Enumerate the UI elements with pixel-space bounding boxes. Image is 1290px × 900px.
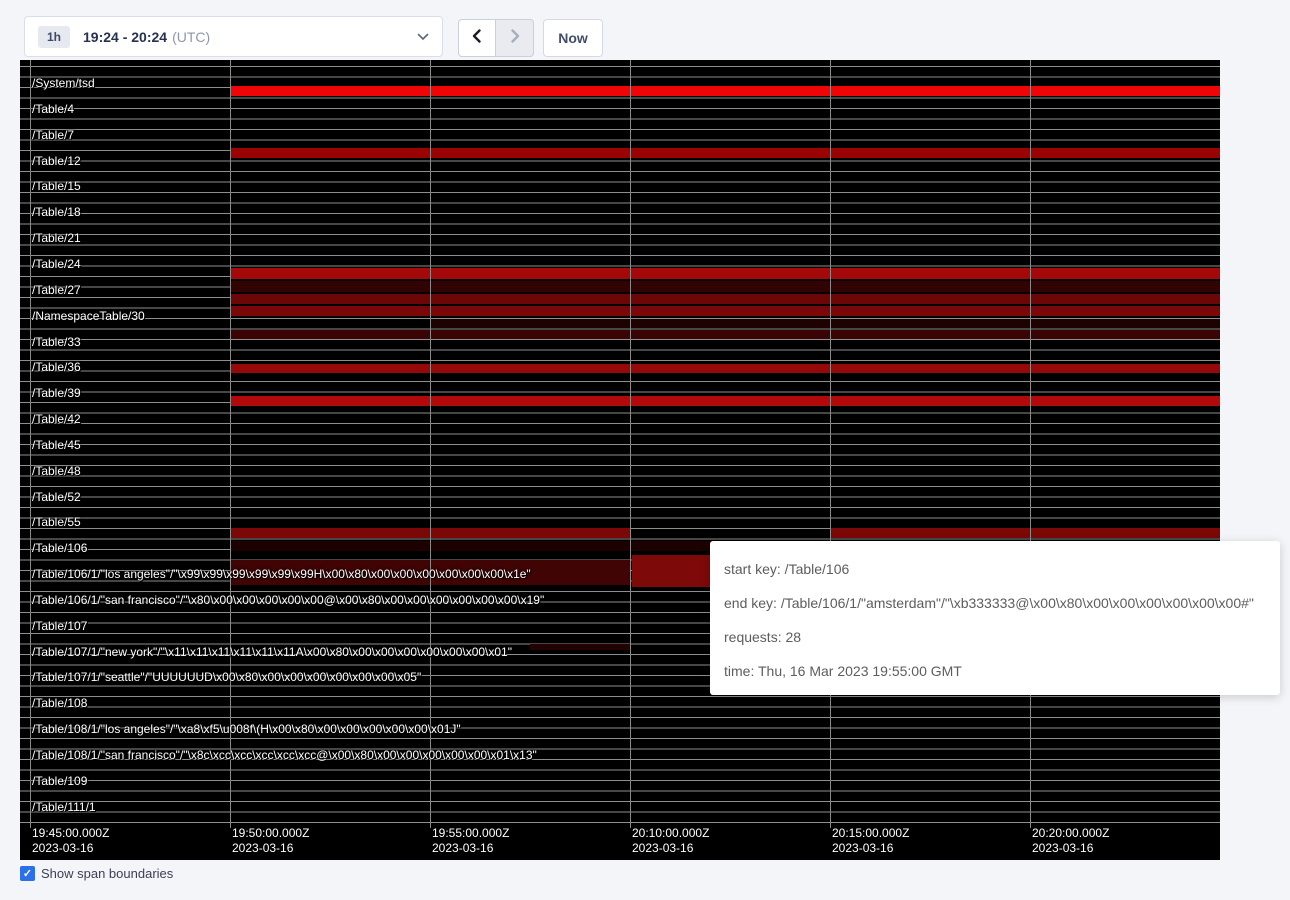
- tick-date: 2023-03-16: [432, 841, 509, 856]
- time-gridline: [30, 60, 31, 828]
- show-span-boundaries-label: Show span boundaries: [41, 866, 173, 881]
- chevron-down-icon: [417, 33, 429, 41]
- span-label: /Table/107: [32, 619, 87, 633]
- heatmap-band[interactable]: [830, 528, 1220, 538]
- tooltip-end-key: end key: /Table/106/1/"amsterdam"/"\xb33…: [724, 586, 1266, 620]
- span-label: /Table/108/1/"san francisco"/"\x8c\xcc\x…: [32, 748, 537, 762]
- heatmap-band[interactable]: [230, 148, 1220, 158]
- x-axis-tick: 19:55:00.000Z2023-03-16: [432, 826, 509, 856]
- heatmap-band[interactable]: [230, 364, 1220, 373]
- chevron-right-icon: [508, 28, 522, 49]
- span-label: /Table/106: [32, 541, 87, 555]
- heatmap-band[interactable]: [430, 319, 1220, 328]
- tooltip-start-key: start key: /Table/106: [724, 552, 1266, 586]
- heatmap-band[interactable]: [230, 330, 1220, 339]
- tick-date: 2023-03-16: [32, 841, 109, 856]
- span-label: /Table/45: [32, 438, 81, 452]
- x-axis-tick: 20:10:00.000Z2023-03-16: [632, 826, 709, 856]
- span-label: /Table/4: [32, 102, 74, 116]
- x-axis-tick: 20:20:00.000Z2023-03-16: [1032, 826, 1109, 856]
- tick-time: 19:45:00.000Z: [32, 826, 109, 841]
- tooltip-requests: requests: 28: [724, 620, 1266, 654]
- footer: ✓ Show span boundaries: [20, 866, 173, 881]
- span-label: /Table/7: [32, 128, 74, 142]
- span-label: /Table/21: [32, 231, 81, 245]
- span-label: /NamespaceTable/30: [32, 309, 145, 323]
- span-label: /Table/33: [32, 335, 81, 349]
- span-label: /Table/108: [32, 696, 87, 710]
- heatmap-band[interactable]: [230, 294, 1220, 304]
- span-label: /Table/107/1/"seattle"/"UUUUUUD\x00\x80\…: [32, 670, 421, 684]
- keyvis-plot[interactable]: /System/tsd/Table/4/Table/7/Table/12/Tab…: [20, 60, 1220, 860]
- heatmap-band[interactable]: [230, 396, 1220, 406]
- span-label: /Table/106/1/"los angeles"/"\x99\x99\x99…: [32, 567, 531, 581]
- tick-time: 20:10:00.000Z: [632, 826, 709, 841]
- tooltip-time: time: Thu, 16 Mar 2023 19:55:00 GMT: [724, 654, 1266, 688]
- time-gridline: [430, 60, 431, 828]
- range-duration-badge: 1h: [38, 26, 70, 48]
- span-label: /Table/108/1/"los angeles"/"\xa8\xf5\u00…: [32, 722, 461, 736]
- tick-date: 2023-03-16: [1032, 841, 1109, 856]
- show-span-boundaries-checkbox[interactable]: ✓: [20, 866, 35, 881]
- prev-interval-button[interactable]: [458, 19, 496, 57]
- heatmap-band[interactable]: [230, 306, 1220, 316]
- span-label: /Table/24: [32, 257, 81, 271]
- span-label: /System/tsd: [32, 76, 95, 90]
- span-label: /Table/15: [32, 179, 81, 193]
- chevron-left-icon: [470, 28, 484, 49]
- span-label: /Table/111/1: [32, 800, 96, 814]
- span-label: /Table/52: [32, 490, 81, 504]
- tick-time: 20:15:00.000Z: [832, 826, 909, 841]
- tick-time: 20:20:00.000Z: [1032, 826, 1109, 841]
- x-axis-tick: 19:50:00.000Z2023-03-16: [232, 826, 309, 856]
- time-gridline: [1030, 60, 1031, 828]
- span-label: /Table/27: [32, 283, 81, 297]
- next-interval-button[interactable]: [496, 19, 534, 57]
- time-gridline: [230, 60, 231, 828]
- tick-date: 2023-03-16: [632, 841, 709, 856]
- span-label: /Table/36: [32, 360, 81, 374]
- time-gridline: [830, 60, 831, 828]
- span-label: /Table/12: [32, 154, 81, 168]
- heatmap-band[interactable]: [230, 281, 1220, 292]
- time-range-select[interactable]: 1h 19:24 - 20:24 (UTC): [24, 16, 443, 57]
- heatmap-band[interactable]: [530, 644, 630, 650]
- span-label: /Table/42: [32, 412, 81, 426]
- span-label: /Table/48: [32, 464, 81, 478]
- heatmap-band[interactable]: [230, 86, 1220, 96]
- keyvis-tooltip: start key: /Table/106 end key: /Table/10…: [710, 541, 1280, 695]
- range-timezone: (UTC): [172, 29, 210, 45]
- now-button[interactable]: Now: [543, 19, 603, 57]
- tick-time: 19:50:00.000Z: [232, 826, 309, 841]
- tick-date: 2023-03-16: [232, 841, 309, 856]
- x-axis-tick: 20:15:00.000Z2023-03-16: [832, 826, 909, 856]
- span-label: /Table/18: [32, 205, 81, 219]
- time-gridline: [630, 60, 631, 828]
- range-text: 19:24 - 20:24: [83, 29, 167, 45]
- span-boundary-lines: [20, 66, 1220, 823]
- span-label: /Table/107/1/"new york"/"\x11\x11\x11\x1…: [32, 645, 512, 659]
- span-label: /Table/55: [32, 515, 81, 529]
- span-label: /Table/106/1/"san francisco"/"\x80\x00\x…: [32, 593, 544, 607]
- x-axis-tick: 19:45:00.000Z2023-03-16: [32, 826, 109, 856]
- tick-date: 2023-03-16: [832, 841, 909, 856]
- span-label: /Table/109: [32, 774, 87, 788]
- tick-time: 19:55:00.000Z: [432, 826, 509, 841]
- heatmap-band[interactable]: [230, 268, 1220, 279]
- span-label: /Table/39: [32, 386, 81, 400]
- time-nav-group: [458, 19, 534, 57]
